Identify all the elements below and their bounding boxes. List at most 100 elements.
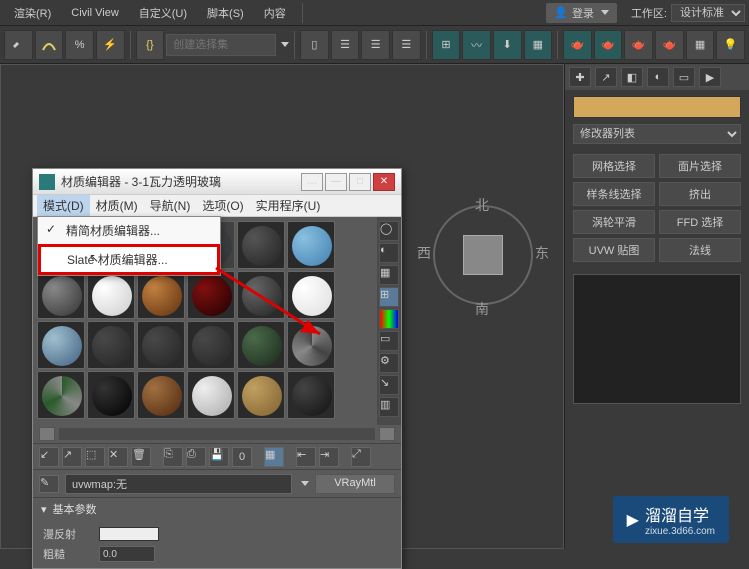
modifier-btn-ffd-select[interactable]: FFD 选择 <box>659 210 741 234</box>
material-slot[interactable] <box>137 271 185 319</box>
material-slot[interactable] <box>87 271 135 319</box>
close-button[interactable]: ✕ <box>373 173 395 191</box>
put-library-icon[interactable]: 💾 <box>209 447 229 467</box>
modify-tab-icon[interactable]: ↗ <box>595 67 617 87</box>
material-id-icon[interactable]: ▥ <box>379 397 399 417</box>
menu-civilview[interactable]: Civil View <box>61 3 128 23</box>
render-frame-icon[interactable]: 🫖 <box>594 30 623 60</box>
menu-script[interactable]: 脚本(S) <box>197 1 254 25</box>
chevron-down-icon[interactable] <box>281 42 289 47</box>
dope-sheet-icon[interactable]: ⬇ <box>493 30 522 60</box>
mat-id-icon[interactable]: 0 <box>232 447 252 467</box>
modifier-stack[interactable] <box>573 274 741 404</box>
material-slot[interactable] <box>187 271 235 319</box>
modifier-btn-mesh-select[interactable]: 网格选择 <box>573 154 655 178</box>
menu-customize[interactable]: 自定义(U) <box>129 1 197 25</box>
view-cube[interactable]: 北 南 东 西 <box>423 195 543 315</box>
pick-material-icon[interactable]: ✎ <box>39 475 59 493</box>
motion-tab-icon[interactable]: ◐ <box>647 67 669 87</box>
align-icon[interactable]: ▯ <box>300 30 329 60</box>
background-icon[interactable]: ▦ <box>379 265 399 285</box>
material-slot[interactable] <box>287 271 335 319</box>
options-icon[interactable]: ⚙ <box>379 353 399 373</box>
material-slot[interactable] <box>87 321 135 369</box>
modifier-btn-uvw-map[interactable]: UVW 贴图 <box>573 238 655 262</box>
modifier-list-select[interactable]: 修改器列表 <box>573 124 741 144</box>
curve-icon[interactable] <box>35 30 64 60</box>
schematic-icon[interactable]: ⊞ <box>432 30 461 60</box>
material-type-button[interactable]: VRayMtl <box>315 474 395 494</box>
render-setup-icon[interactable]: 🫖 <box>563 30 592 60</box>
video-color-icon[interactable] <box>379 309 399 329</box>
workspace-select[interactable]: 设计标准 <box>671 4 745 22</box>
modifier-btn-turbosmooth[interactable]: 涡轮平滑 <box>573 210 655 234</box>
material-name-input[interactable] <box>65 474 292 494</box>
render-icon[interactable]: ▦ <box>686 30 715 60</box>
material-slot[interactable] <box>287 371 335 419</box>
material-slot[interactable] <box>137 321 185 369</box>
menu-mode[interactable]: 模式(D) <box>37 195 90 216</box>
chevron-down-icon[interactable] <box>301 481 309 486</box>
make-preview-icon[interactable]: ▭ <box>379 331 399 351</box>
minimize-button[interactable]: — <box>325 173 347 191</box>
diffuse-color-swatch[interactable] <box>99 527 159 541</box>
curve-editor-icon[interactable]: 〰 <box>462 30 491 60</box>
material-slot[interactable] <box>37 321 85 369</box>
maximize-button[interactable]: □ <box>349 173 371 191</box>
material-slot[interactable] <box>237 321 285 369</box>
material-slot[interactable] <box>87 371 135 419</box>
create-tab-icon[interactable]: ✚ <box>569 67 591 87</box>
hierarchy-tab-icon[interactable]: ◧ <box>621 67 643 87</box>
get-material-icon[interactable]: ↙ <box>39 447 59 467</box>
material-slot[interactable] <box>187 321 235 369</box>
go-parent-icon[interactable]: ⇤ <box>296 447 316 467</box>
rollout-header-basic[interactable]: ▾ 基本参数 <box>33 498 401 520</box>
material-slot[interactable] <box>187 371 235 419</box>
scroll-left-icon[interactable] <box>39 427 55 441</box>
pick-icon[interactable]: ⤢ <box>351 447 371 467</box>
sample-uv-icon[interactable]: ⊞ <box>379 287 399 307</box>
menu-utilities[interactable]: 实用程序(U) <box>250 195 327 216</box>
material-slot[interactable] <box>237 371 285 419</box>
layers-icon[interactable]: ☰ <box>392 30 421 60</box>
backlight-icon[interactable]: ◐ <box>379 243 399 263</box>
delete-icon[interactable]: 🗑 <box>131 447 151 467</box>
go-forward-icon[interactable]: ⇥ <box>319 447 339 467</box>
teapot-icon[interactable]: 🫖 <box>624 30 653 60</box>
bolt-icon[interactable]: ⚡ <box>96 30 125 60</box>
link-icon[interactable] <box>4 30 33 60</box>
light-icon[interactable]: 💡 <box>716 30 745 60</box>
material-slot[interactable] <box>37 271 85 319</box>
reset-icon[interactable]: ✕ <box>108 447 128 467</box>
menu-navigate[interactable]: 导航(N) <box>144 195 197 216</box>
menu-render[interactable]: 渲染(R) <box>4 1 61 25</box>
material-slot[interactable] <box>287 221 335 269</box>
utilities-tab-icon[interactable]: ▶ <box>699 67 721 87</box>
put-to-scene-icon[interactable]: ↗ <box>62 447 82 467</box>
assign-icon[interactable]: ⬚ <box>85 447 105 467</box>
more-button[interactable]: … <box>301 173 323 191</box>
scroll-right-icon[interactable] <box>379 427 395 441</box>
select-by-mat-icon[interactable]: ↘ <box>379 375 399 395</box>
sample-type-icon[interactable]: ◯ <box>379 221 399 241</box>
percent-icon[interactable]: % <box>65 30 94 60</box>
material-slot[interactable] <box>287 321 335 369</box>
show-map-icon[interactable]: ▦ <box>264 447 284 467</box>
menu-content[interactable]: 内容 <box>254 1 296 25</box>
modifier-btn-normal[interactable]: 法线 <box>659 238 741 262</box>
material-slot[interactable] <box>237 271 285 319</box>
brackets-icon[interactable]: {} <box>136 30 165 60</box>
material-slot[interactable] <box>137 371 185 419</box>
make-copy-icon[interactable]: ⎘ <box>163 447 183 467</box>
mode-item-compact[interactable]: 精简材质编辑器... <box>38 217 220 244</box>
slot-scrollbar[interactable] <box>33 425 401 443</box>
teapot2-icon[interactable]: 🫖 <box>655 30 684 60</box>
align-left-icon[interactable]: ☰ <box>331 30 360 60</box>
mode-item-slate[interactable]: Slate 材质编辑器... ↖ <box>38 244 220 275</box>
grid-icon[interactable]: ▦ <box>524 30 553 60</box>
object-color-swatch[interactable] <box>573 96 741 118</box>
modifier-btn-spline-select[interactable]: 样条线选择 <box>573 182 655 206</box>
material-editor-titlebar[interactable]: 材质编辑器 - 3-1瓦力透明玻璃 … — □ ✕ <box>33 169 401 195</box>
modifier-btn-patch-select[interactable]: 面片选择 <box>659 154 741 178</box>
material-slot[interactable] <box>37 371 85 419</box>
